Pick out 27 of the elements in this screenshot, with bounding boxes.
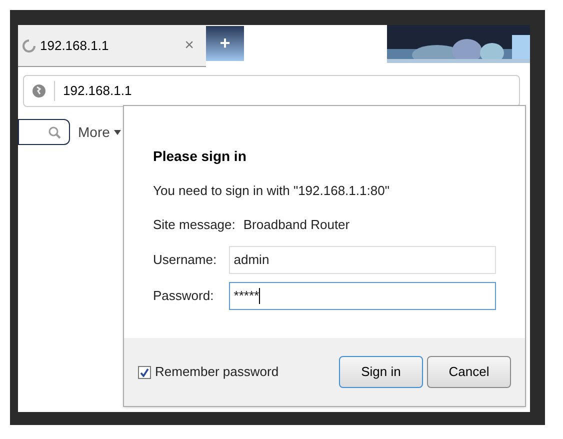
dialog-button[interactable]: Sign in bbox=[339, 356, 423, 388]
dialog-message: You need to sign in with "192.168.1.1:80" bbox=[153, 182, 390, 200]
field-label: Username: bbox=[153, 251, 218, 270]
dialog-title: Please sign in bbox=[153, 147, 248, 166]
search-icon bbox=[48, 126, 61, 138]
more-menu[interactable]: More bbox=[78, 122, 121, 142]
input-field[interactable]: admin bbox=[228, 246, 496, 274]
address-bar[interactable]: 192.168.1.1 bbox=[23, 75, 520, 107]
field-label: Password: bbox=[153, 287, 215, 306]
new-tab-button[interactable]: + bbox=[206, 26, 244, 61]
checkmark-icon bbox=[140, 368, 149, 376]
url-text: 192.168.1.1 bbox=[54, 81, 132, 101]
caret-icon bbox=[114, 130, 121, 134]
tab-close-button[interactable]: × bbox=[184, 34, 194, 58]
remember-label: Remember password bbox=[155, 363, 279, 382]
site-message: Broadband Router bbox=[243, 216, 350, 234]
search-field[interactable] bbox=[18, 119, 70, 145]
text-caret bbox=[259, 288, 260, 304]
browser-tab[interactable]: 192.168.1.1 × bbox=[18, 25, 206, 67]
loading-spinner-icon bbox=[22, 38, 36, 52]
input-field[interactable]: ***** bbox=[228, 282, 496, 310]
remember-checkbox[interactable] bbox=[138, 366, 151, 378]
field-value: admin bbox=[234, 251, 270, 270]
field-value: ***** bbox=[234, 287, 260, 306]
tab-title: 192.168.1.1 bbox=[40, 36, 110, 55]
site-message-label: Site message: bbox=[153, 216, 236, 234]
dialog-button[interactable]: Cancel bbox=[427, 356, 511, 388]
